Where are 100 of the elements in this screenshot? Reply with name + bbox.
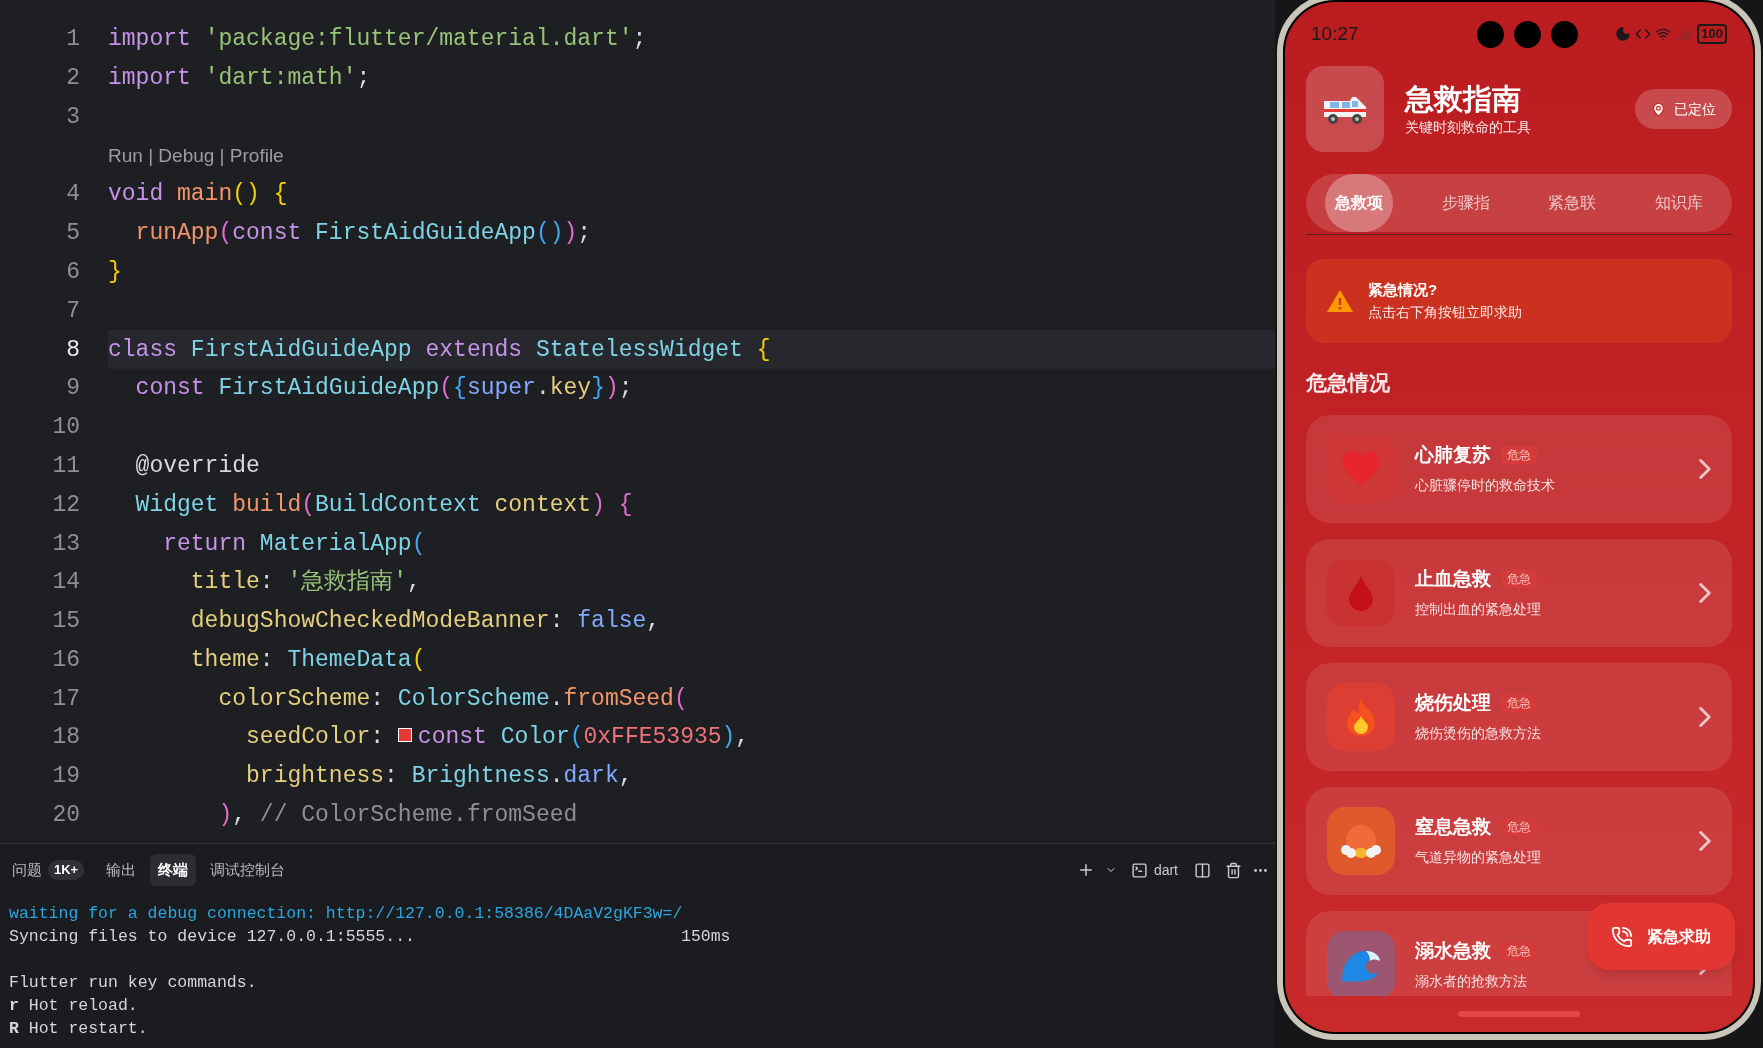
line-number: 3 xyxy=(66,102,80,132)
wifi-icon xyxy=(1655,26,1672,42)
line-number: 12 xyxy=(52,490,80,520)
severity-badge: 危急 xyxy=(1501,818,1537,836)
line-number: 5 xyxy=(66,219,80,249)
code-line: } xyxy=(108,257,122,287)
code-line: return MaterialApp( xyxy=(162,529,426,559)
line-number: 13 xyxy=(52,529,80,559)
line-number: 4 xyxy=(66,180,80,210)
trash-icon[interactable] xyxy=(1225,861,1242,879)
code-line: debugShowCheckedModeBanner: false, xyxy=(189,607,661,637)
card-subtitle: 烧伤烫伤的急救方法 xyxy=(1415,724,1541,744)
code-line: ), // ColorScheme.fromSeed xyxy=(217,801,578,831)
warning-icon xyxy=(1326,289,1354,313)
emergency-card[interactable]: 心肺复苏 危急 心脏骤停时的救命技术 xyxy=(1306,414,1732,523)
emergency-card[interactable]: 烧伤处理 危急 烧伤烫伤的急救方法 xyxy=(1306,662,1732,771)
code-line: const FirstAidGuideApp({super.key}); xyxy=(134,374,633,404)
camera-icon xyxy=(1550,20,1578,48)
section-title: 危急情况 xyxy=(1306,370,1391,396)
card-subtitle: 控制出血的紧急处理 xyxy=(1415,600,1541,620)
line-number: 20 xyxy=(52,801,80,831)
line-number: 8 xyxy=(66,335,80,365)
panel-tab[interactable]: 调试控制台 xyxy=(202,854,294,886)
code-icon xyxy=(1635,26,1652,42)
code-line: colorScheme: ColorScheme.fromSeed( xyxy=(217,684,688,714)
terminal-shell-button[interactable]: dart xyxy=(1130,859,1178,881)
battery-icon: 100 xyxy=(1697,24,1727,44)
severity-badge: 危急 xyxy=(1501,694,1537,712)
status-time: 10:27 xyxy=(1311,21,1359,46)
severity-badge: 危急 xyxy=(1501,446,1537,464)
line-number: 18 xyxy=(52,723,80,753)
code-line: @override xyxy=(134,451,260,481)
card-subtitle: 心脏骤停时的救命技术 xyxy=(1415,476,1555,496)
terminal-line: R Hot restart. xyxy=(9,1018,148,1040)
card-title: 溺水急救 xyxy=(1415,938,1491,963)
line-number: 19 xyxy=(52,762,80,792)
heart-icon xyxy=(1342,451,1380,486)
panel-tab[interactable]: 终端 xyxy=(150,854,197,886)
camera-icon xyxy=(1476,20,1504,48)
code-line: const Color(0xFFE53935), xyxy=(417,723,750,753)
terminal-timing: 150ms xyxy=(681,926,731,948)
severity-badge: 危急 xyxy=(1501,942,1537,960)
terminal-line: Syncing files to device 127.0.0.1:5555... xyxy=(9,926,416,948)
line-number: 14 xyxy=(52,568,80,598)
line-number: 16 xyxy=(52,645,80,675)
split-icon[interactable] xyxy=(1194,861,1211,879)
code-line: Widget build(BuildContext context) { xyxy=(134,490,633,520)
line-number: 17 xyxy=(52,684,80,714)
line-number: 15 xyxy=(52,607,80,637)
emergency-card[interactable]: 止血急救 危急 控制出血的紧急处理 xyxy=(1306,538,1732,647)
emergency-call-popup[interactable]: 紧急求助 xyxy=(1587,903,1735,970)
terminal-icon xyxy=(1130,861,1148,879)
line-number: 11 xyxy=(52,451,80,481)
card-title: 心肺复苏 xyxy=(1415,442,1491,467)
code-line: import 'package:flutter/material.dart'; xyxy=(108,25,647,55)
drop-icon xyxy=(1348,574,1374,611)
color-swatch-icon[interactable] xyxy=(397,727,412,742)
category-tab[interactable]: 知识库 xyxy=(1644,174,1713,232)
codelens-links[interactable]: Run | Debug | Profile xyxy=(108,141,284,171)
line-number: 7 xyxy=(66,296,80,326)
card-subtitle: 溺水者的抢救方法 xyxy=(1415,972,1528,992)
line-number: 9 xyxy=(66,374,80,404)
category-tab[interactable]: 步骤指 xyxy=(1431,174,1500,232)
line-number: 6 xyxy=(66,257,80,287)
line-number: 1 xyxy=(66,25,80,55)
category-tab[interactable]: 急救项 xyxy=(1325,174,1394,232)
signal-icon xyxy=(1675,26,1692,42)
code-line: title: '急救指南', xyxy=(189,568,421,598)
alert-title: 紧急情况? xyxy=(1368,280,1439,301)
code-line: class FirstAidGuideApp extends StatelessWidget { xyxy=(108,335,771,365)
code-line: theme: ThemeData( xyxy=(189,645,426,675)
code-line: seedColor: xyxy=(245,723,386,753)
category-tab[interactable]: 紧急联 xyxy=(1538,174,1607,232)
card-title: 止血急救 xyxy=(1415,566,1491,591)
panel-tab[interactable]: 问题 1K+ xyxy=(4,854,93,886)
terminal-line: waiting for a debug connection: http://127.0.0.1:58386/4DAaV2gKF3w=/ xyxy=(9,903,683,925)
flame-icon xyxy=(1345,697,1377,736)
panel-tab[interactable]: 输出 xyxy=(98,854,145,886)
card-subtitle: 气道异物的紧急处理 xyxy=(1415,848,1541,868)
phone-icon xyxy=(1611,925,1633,948)
pin-icon xyxy=(1651,101,1666,117)
count-badge: 1K+ xyxy=(48,860,85,880)
location-chip[interactable]: 已定位 xyxy=(1635,89,1732,129)
moon-icon xyxy=(1615,26,1632,42)
line-number: 10 xyxy=(52,413,80,443)
app-subtitle: 关键时刻救命的工具 xyxy=(1405,117,1531,137)
emergency-card[interactable]: 窒息急救 危急 气道异物的紧急处理 xyxy=(1306,786,1732,895)
code-line: brightness: Brightness.dark, xyxy=(245,762,633,792)
camera-icon xyxy=(1513,20,1541,48)
code-line: void main() { xyxy=(108,180,288,210)
card-title: 烧伤处理 xyxy=(1415,690,1491,715)
code-line: runApp(const FirstAidGuideApp()); xyxy=(134,219,592,249)
alert-text: 点击右下角按钮立即求助 xyxy=(1368,302,1522,322)
app-title: 急救指南 xyxy=(1405,81,1522,117)
terminal-line: Flutter run key commands. xyxy=(9,972,257,994)
puff-icon xyxy=(1340,822,1382,859)
severity-badge: 危急 xyxy=(1501,570,1537,588)
card-title: 窒息急救 xyxy=(1415,814,1491,839)
terminal-line: r Hot reload. xyxy=(9,995,138,1017)
code-line: import 'dart:math'; xyxy=(108,63,371,93)
